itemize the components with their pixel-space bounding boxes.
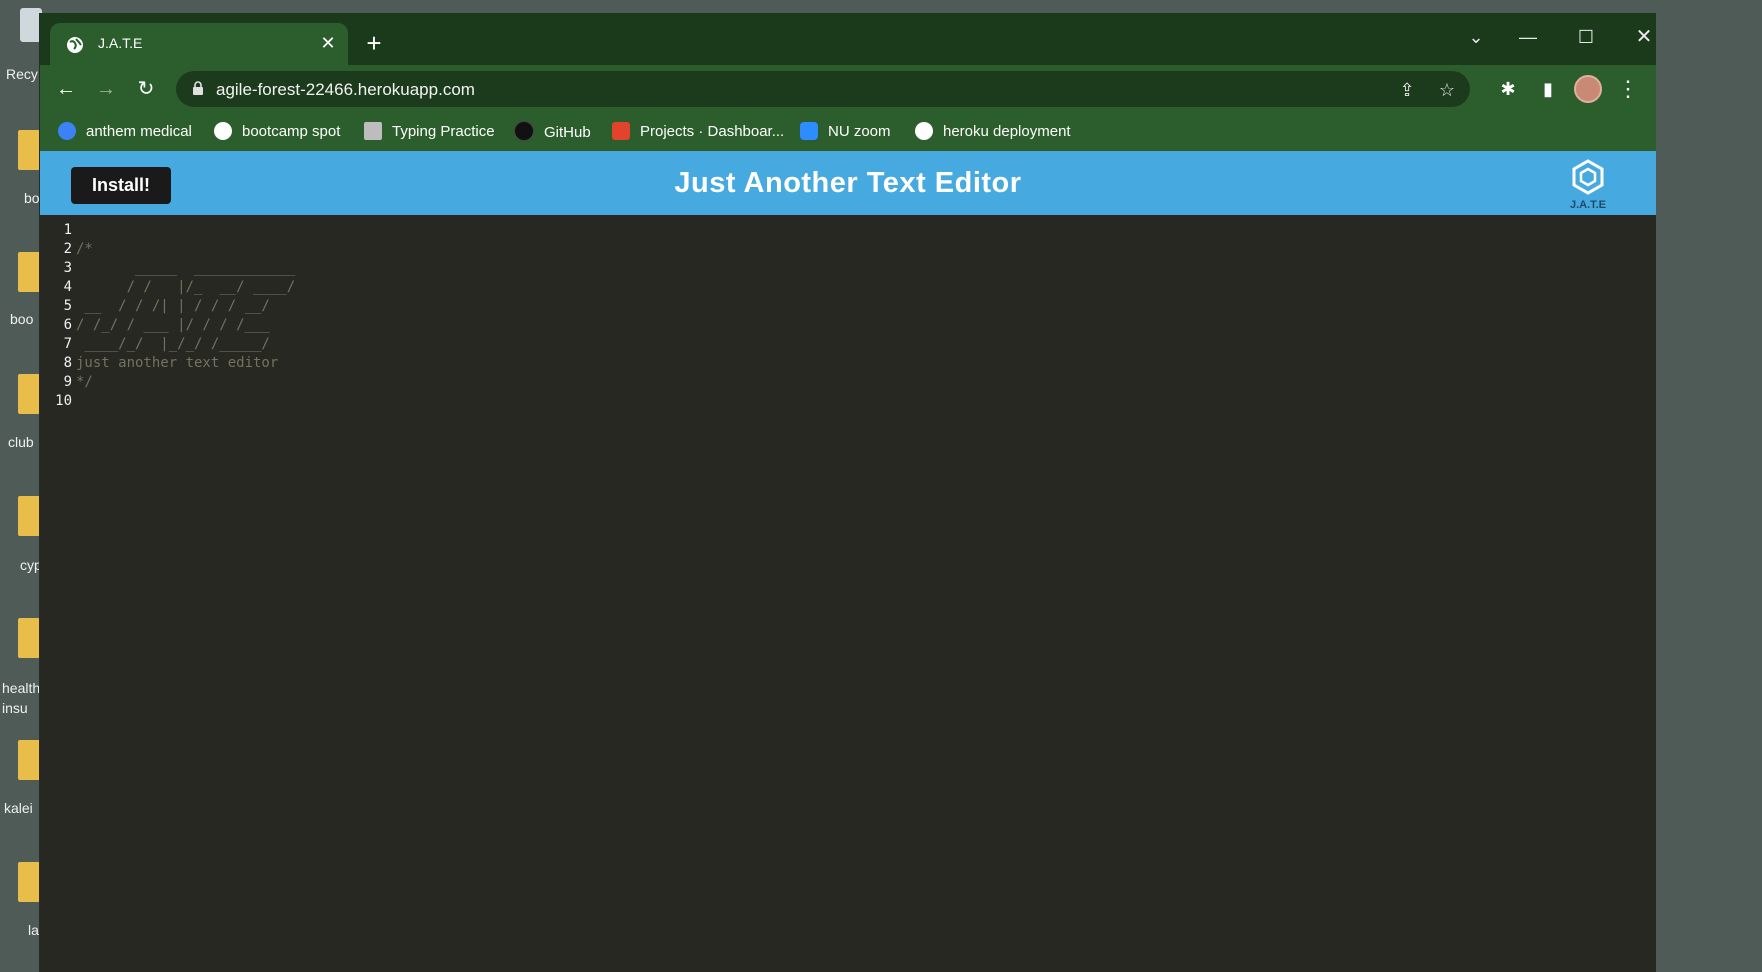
browser-window: J.A.T.E ✕ + ⌄ — ☐ ✕ ← → ↻ agile-forest-2…	[39, 13, 1656, 972]
folder-icon[interactable]	[18, 862, 40, 902]
close-window-button[interactable]: ✕	[1624, 21, 1656, 53]
line-number: 1	[63, 222, 72, 238]
extensions-icon[interactable]: ✱	[1492, 73, 1524, 105]
new-tab-button[interactable]: +	[360, 30, 388, 59]
address-bar[interactable]: agile-forest-22466.herokuapp.com ⇪ ☆	[176, 71, 1470, 107]
line-text: / / |/_ __/ ____/	[76, 279, 296, 295]
line-number: 6	[63, 317, 72, 333]
editor-line: 7 ____/_/ |_/_/ /_____/	[40, 335, 270, 354]
app-title: Just Another Text Editor	[674, 167, 1022, 199]
editor-line: 1	[40, 221, 76, 240]
line-number: 7	[63, 336, 72, 352]
editor-line: 4 / / |/_ __/ ____/	[40, 278, 296, 297]
tab-search-icon[interactable]: ⌄	[1456, 21, 1496, 53]
editor-line: 8 just another text editor	[40, 354, 279, 373]
zoom-icon	[800, 122, 818, 140]
page-content: Install! Just Another Text Editor J.A.T.…	[40, 151, 1656, 972]
folder-icon[interactable]	[18, 618, 40, 658]
folder-icon[interactable]	[18, 130, 40, 170]
back-button[interactable]: ←	[50, 73, 82, 105]
url-text[interactable]: agile-forest-22466.herokuapp.com	[216, 80, 475, 100]
bookmark-github[interactable]: GitHub	[514, 121, 591, 143]
editor-line: 5 __ / / /| | / / / __/	[40, 297, 270, 316]
tab-title: J.A.T.E	[98, 35, 143, 51]
app-header: Install! Just Another Text Editor J.A.T.…	[40, 151, 1656, 215]
maximize-button[interactable]: ☐	[1566, 21, 1606, 53]
bookmark-label: Typing Practice	[392, 123, 495, 140]
line-number: 10	[55, 393, 72, 409]
line-number: 9	[63, 374, 72, 390]
bookmark-heroku-deployment[interactable]: heroku deployment	[915, 121, 1071, 143]
menu-icon[interactable]: ⋮	[1612, 73, 1644, 105]
globe-icon	[915, 122, 933, 140]
desktop-icon-label: health insu	[2, 680, 41, 716]
bookmark-label: anthem medical	[86, 123, 192, 140]
minimize-button[interactable]: —	[1508, 21, 1548, 53]
bookmark-anthem-medical[interactable]: anthem medical	[58, 121, 192, 143]
line-number: 4	[63, 279, 72, 295]
globe-icon	[67, 37, 83, 53]
folder-icon[interactable]	[18, 740, 40, 780]
line-number: 2	[63, 241, 72, 257]
bookmark-typing-practice[interactable]: Typing Practice	[364, 121, 495, 143]
line-text: /*	[76, 241, 93, 257]
close-tab-icon[interactable]: ✕	[316, 31, 340, 55]
editor-line: 3 _____ ____________	[40, 259, 296, 278]
bookmark-nu-zoom[interactable]: NU zoom	[800, 121, 891, 143]
github-icon	[514, 121, 534, 141]
forward-button[interactable]: →	[90, 73, 122, 105]
anthem-icon	[58, 122, 76, 140]
bookmark-label: bootcamp spot	[242, 123, 341, 140]
line-text: */	[76, 374, 93, 390]
bookmark-label: heroku deployment	[943, 123, 1071, 140]
bookmark-bootcamp-spot[interactable]: bootcamp spot	[214, 121, 340, 143]
bookmark-label: Projects · Dashboar...	[640, 123, 785, 140]
browser-toolbar: ← → ↻ agile-forest-22466.herokuapp.com ⇪…	[40, 65, 1656, 113]
bookmark-label: GitHub	[544, 124, 591, 141]
side-panel-icon[interactable]: ▮	[1532, 73, 1564, 105]
editor-line: 10	[40, 392, 76, 411]
bookmark-projects-dashboard[interactable]: Projects · Dashboar...	[612, 121, 784, 143]
line-text: ____/_/ |_/_/ /_____/	[76, 336, 270, 352]
typing-icon	[364, 122, 382, 140]
editor-line: 9 */	[40, 373, 93, 392]
reload-button[interactable]: ↻	[130, 73, 162, 105]
line-text: / /_/ / ___ |/ / / /___	[76, 317, 270, 333]
lock-icon	[193, 81, 203, 95]
line-number: 8	[63, 355, 72, 371]
line-text: __ / / /| | / / / __/	[76, 298, 270, 314]
line-number: 5	[63, 298, 72, 314]
editor-line: 2/*	[40, 240, 93, 259]
bookmark-label: NU zoom	[828, 123, 891, 140]
logo-icon	[1572, 159, 1604, 195]
profile-avatar[interactable]	[1574, 75, 1602, 103]
code-editor[interactable]: 1 2/* 3 _____ ____________ 4 / / |/_ __/…	[40, 215, 1656, 972]
bookmarks-bar: anthem medical bootcamp spot Typing Prac…	[40, 113, 1656, 151]
line-text: _____ ____________	[76, 260, 296, 276]
tab-jate[interactable]: J.A.T.E ✕	[50, 23, 348, 65]
bookmark-star-icon[interactable]: ☆	[1436, 79, 1458, 101]
logo-text: J.A.T.E	[1569, 199, 1607, 211]
line-number: 3	[63, 260, 72, 276]
folder-icon[interactable]	[18, 252, 40, 292]
share-icon[interactable]: ⇪	[1396, 79, 1418, 101]
folder-icon[interactable]	[18, 374, 40, 414]
gitlab-icon	[612, 122, 630, 140]
folder-icon[interactable]	[18, 496, 40, 536]
line-text: just another text editor	[76, 355, 279, 371]
globe-icon	[214, 122, 232, 140]
editor-line: 6/ /_/ / ___ |/ / / /___	[40, 316, 270, 335]
title-bar: J.A.T.E ✕ + ⌄ — ☐ ✕	[40, 13, 1656, 65]
jate-logo: J.A.T.E	[1560, 157, 1616, 211]
